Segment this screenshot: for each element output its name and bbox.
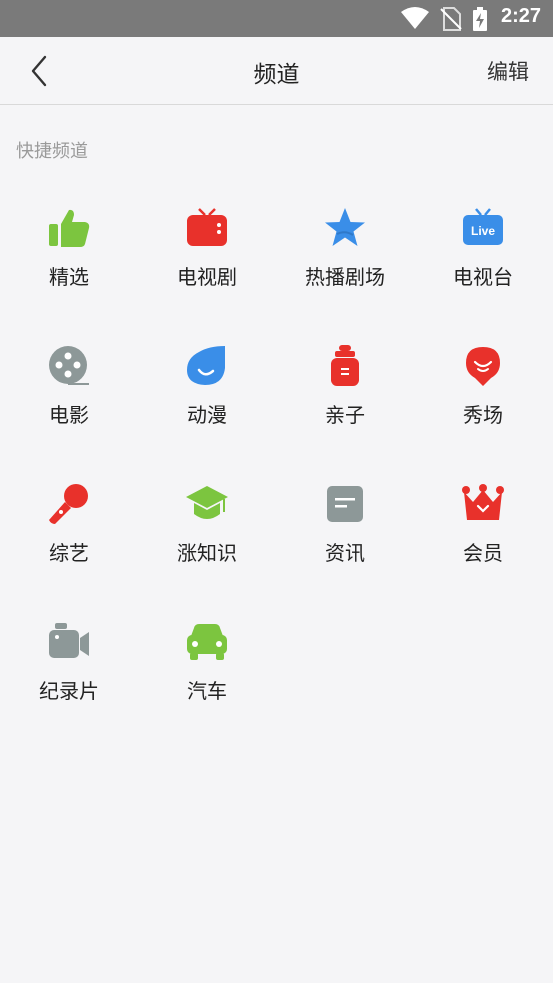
channel-item-dongman[interactable]: 动漫 — [138, 326, 276, 446]
channel-item-zhangzhishi[interactable]: 涨知识 — [138, 464, 276, 584]
section-label: 快捷频道 — [16, 141, 88, 162]
tv-icon — [187, 208, 227, 246]
channel-item-xiuchang[interactable]: 秀场 — [414, 326, 552, 446]
channel-item-rebojuchang[interactable]: 热播剧场 — [276, 188, 414, 308]
anime-face-icon — [187, 346, 225, 385]
smile-pin-icon — [466, 347, 500, 386]
channel-label: 热播剧场 — [305, 265, 385, 289]
svg-text:Live: Live — [471, 224, 495, 238]
status-bar: 2:27 — [0, 0, 553, 37]
channel-label: 动漫 — [187, 403, 227, 427]
channel-label: 综艺 — [49, 541, 89, 565]
channel-item-jilupian[interactable]: 纪录片 — [0, 602, 138, 722]
channel-item-zixun[interactable]: 资讯 — [276, 464, 414, 584]
app-header: 频道 编辑 — [0, 37, 553, 105]
channel-label: 电视剧 — [177, 265, 237, 289]
channel-label: 电影 — [49, 403, 89, 427]
channel-item-zongyi[interactable]: 综艺 — [0, 464, 138, 584]
channel-label: 涨知识 — [177, 541, 237, 565]
channel-item-qiche[interactable]: 汽车 — [138, 602, 276, 722]
car-icon — [187, 624, 227, 660]
channel-item-dianying[interactable]: 电影 — [0, 326, 138, 446]
channel-item-jingxuan[interactable]: 精选 — [0, 188, 138, 308]
channel-label: 汽车 — [187, 679, 227, 703]
news-icon — [327, 486, 363, 522]
edit-button[interactable]: 编辑 — [487, 56, 529, 86]
thumbs-up-icon — [49, 209, 90, 247]
graduation-cap-icon — [186, 486, 228, 519]
channel-label: 亲子 — [325, 403, 365, 427]
live-tv-icon: Live — [463, 208, 503, 245]
channel-label: 电视台 — [453, 265, 513, 289]
battery-charging-icon — [473, 7, 487, 31]
no-sim-icon — [440, 7, 462, 31]
crown-icon — [462, 484, 504, 520]
channel-item-huiyuan[interactable]: 会员 — [414, 464, 552, 584]
channel-label: 资讯 — [325, 541, 365, 565]
status-time: 2:27 — [500, 5, 541, 27]
microphone-icon — [49, 484, 88, 524]
baby-bottle-icon — [331, 345, 359, 386]
wifi-icon — [401, 7, 429, 29]
channel-item-dianshiju[interactable]: 电视剧 — [138, 188, 276, 308]
channel-label: 秀场 — [463, 403, 503, 427]
video-camera-icon — [49, 623, 89, 658]
page-title: 频道 — [253, 62, 300, 88]
channel-label: 会员 — [463, 541, 503, 565]
channel-item-qinzi[interactable]: 亲子 — [276, 326, 414, 446]
star-icon — [325, 208, 365, 246]
film-reel-icon — [49, 346, 89, 385]
channel-label: 纪录片 — [39, 679, 99, 703]
channel-item-dianshitai[interactable]: Live 电视台 — [414, 188, 552, 308]
channel-label: 精选 — [49, 265, 89, 289]
